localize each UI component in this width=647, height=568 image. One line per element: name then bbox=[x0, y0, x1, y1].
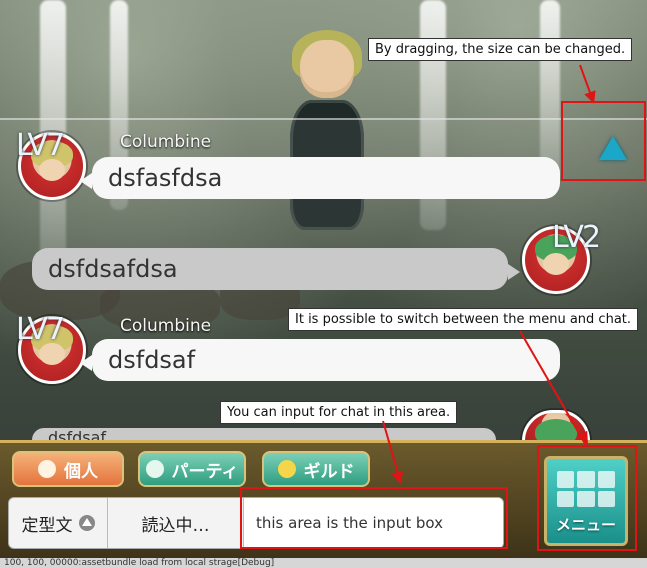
party-icon bbox=[145, 460, 164, 478]
annotation-menu-box bbox=[537, 445, 637, 551]
character-head bbox=[300, 40, 354, 98]
sender-name: Columbine bbox=[120, 316, 212, 336]
person-icon bbox=[38, 460, 56, 478]
tab-personal[interactable]: 個人 bbox=[12, 451, 124, 487]
triangle-up-icon bbox=[78, 515, 95, 531]
sender-name: Columbine bbox=[120, 132, 212, 152]
tab-guild[interactable]: ギルド bbox=[262, 451, 370, 487]
annotation-input-box bbox=[240, 487, 508, 549]
avatar-face bbox=[543, 253, 569, 275]
bubble-tail bbox=[80, 355, 92, 371]
guild-icon bbox=[277, 460, 296, 478]
chat-panel[interactable]: LV7 Columbine dsfasfdsa dsfdsafdsa LV2 L… bbox=[0, 118, 647, 448]
tab-label: パーティ bbox=[171, 461, 239, 482]
chat-bubble: dsfdsaf bbox=[80, 339, 560, 381]
level-badge: LV7 bbox=[16, 128, 65, 163]
annotation-switch-label: It is possible to switch between the men… bbox=[288, 308, 639, 331]
tab-label: 個人 bbox=[64, 461, 98, 482]
level-badge: LV7 bbox=[16, 312, 65, 347]
bubble-tail bbox=[508, 264, 520, 280]
tab-party[interactable]: パーティ bbox=[138, 451, 246, 487]
template-phrase-button[interactable]: 定型文 bbox=[9, 498, 108, 548]
annotation-resize-label: By dragging, the size can be changed. bbox=[368, 38, 633, 61]
loading-selector[interactable]: 読込中… bbox=[108, 498, 244, 548]
chat-bubble: dsfasfdsa bbox=[80, 157, 560, 199]
template-label: 定型文 bbox=[21, 515, 73, 536]
chat-bubble: dsfdsafdsa bbox=[32, 248, 520, 290]
message-text: dsfdsafdsa bbox=[48, 255, 178, 283]
level-badge: LV2 bbox=[552, 220, 601, 255]
loading-label: 読込中… bbox=[141, 515, 210, 536]
tab-label: ギルド bbox=[303, 461, 355, 482]
annotation-input-label: You can input for chat in this area. bbox=[220, 401, 458, 424]
bubble-tail bbox=[80, 173, 92, 189]
message-text: dsfasfdsa bbox=[108, 164, 223, 192]
annotation-resize-box bbox=[561, 101, 646, 181]
status-text: 100, 100, 00000:assetbundle load from lo… bbox=[4, 558, 275, 568]
debug-status-bar: 100, 100, 00000:assetbundle load from lo… bbox=[0, 558, 647, 568]
message-text: dsfdsaf bbox=[108, 346, 196, 374]
